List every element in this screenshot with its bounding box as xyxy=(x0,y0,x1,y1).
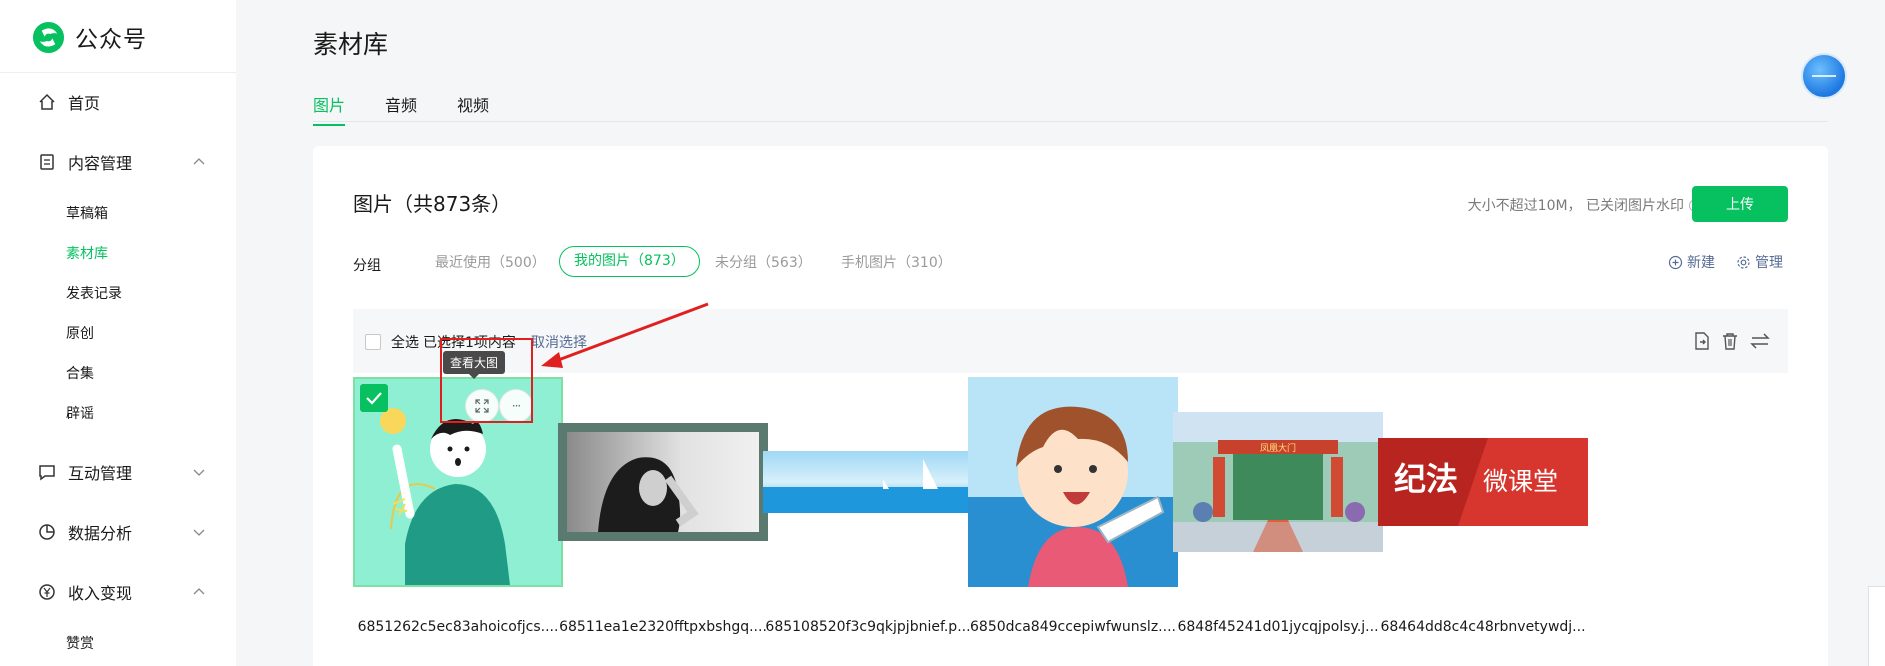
sidebar-item-library[interactable]: 素材库 xyxy=(66,243,108,263)
image-filename: 685108520f3c9qkjpjbnief.p... xyxy=(765,619,971,635)
sidebar-item-collections[interactable]: 合集 xyxy=(66,363,94,383)
upload-hint: 大小不超过10M， 已关闭图片水印 ? xyxy=(1468,195,1702,215)
chevron-down-icon xyxy=(193,469,205,476)
thumbnail-sea-sailboat xyxy=(763,451,973,513)
group-recent[interactable]: 最近使用（500） xyxy=(435,252,546,272)
image-filename: 68511ea1e2320fftpxbshgq.... xyxy=(559,619,767,635)
sidebar-item-original[interactable]: 原创 xyxy=(66,323,94,343)
thumbnail-building-gate: 凤凰大门 xyxy=(1173,412,1383,552)
select-all-checkbox[interactable] xyxy=(365,334,381,350)
chevron-down-icon xyxy=(193,529,205,536)
home-icon xyxy=(39,93,55,110)
sidebar-item-publish-records[interactable]: 发表记录 xyxy=(66,283,122,303)
pie-chart-icon xyxy=(39,524,55,540)
swap-icon[interactable] xyxy=(1749,330,1771,352)
image-library-card: 图片（共873条） 大小不超过10M， 已关闭图片水印 ? 上传 分组 最近使用… xyxy=(313,146,1828,666)
upload-hint-text: 大小不超过10M， 已关闭图片水印 xyxy=(1467,198,1684,214)
side-widget-edge[interactable] xyxy=(1868,586,1885,666)
sidebar-item-appreciation[interactable]: 赞赏 xyxy=(66,633,94,653)
document-icon xyxy=(40,154,54,170)
trash-icon[interactable] xyxy=(1719,330,1741,352)
manage-label: 管理 xyxy=(1755,255,1783,271)
image-card[interactable] xyxy=(763,377,973,587)
nav-interaction[interactable]: 互动管理 xyxy=(38,460,206,484)
thumbnail-law-banner: 纪法 微课堂 xyxy=(1378,438,1588,526)
nav-monetization[interactable]: 收入变现 xyxy=(38,580,206,604)
gear-icon xyxy=(1737,255,1750,269)
annotation-highlight-box xyxy=(440,338,533,423)
app-name: 公众号 xyxy=(75,27,147,53)
nav-analytics-label: 数据分析 xyxy=(68,524,133,543)
chat-icon xyxy=(39,465,55,481)
image-card[interactable] xyxy=(968,377,1178,587)
sidebar-item-drafts[interactable]: 草稿箱 xyxy=(66,203,108,223)
image-card[interactable] xyxy=(558,377,768,587)
nav-analytics[interactable]: 数据分析 xyxy=(38,520,206,544)
nav-interaction-label: 互动管理 xyxy=(68,464,133,483)
building-sign-text: 凤凰大门 xyxy=(1260,442,1296,454)
image-filename: 6851262c5ec83ahoicofjcs.... xyxy=(357,619,559,635)
group-my-images[interactable]: 我的图片（873） xyxy=(559,246,700,277)
sidebar-divider xyxy=(0,72,236,73)
sidebar: 公众号 首页 内容管理 草稿箱 素材库 发表记录 原创 合集 辟谣 互动管理 数… xyxy=(0,0,236,666)
tab-video[interactable]: 视频 xyxy=(457,92,489,124)
cancel-selection-link[interactable]: 取消选择 xyxy=(531,332,587,352)
image-card[interactable]: 纪法 微课堂 xyxy=(1378,377,1588,587)
selection-toolbar: 全选 已选择1项内容 取消选择 xyxy=(353,309,1788,373)
nav-content-label: 内容管理 xyxy=(68,154,133,173)
chevron-up-icon xyxy=(193,158,205,165)
image-filename: 6848f45241d01jycqjpolsy.j... xyxy=(1177,619,1379,635)
nav-content-management[interactable]: 内容管理 xyxy=(38,150,206,174)
banner-text-right: 微课堂 xyxy=(1483,467,1558,496)
group-label: 分组 xyxy=(353,258,381,274)
image-filename: 6850dca849ccepiwfwunslz.... xyxy=(970,619,1176,635)
chevron-up-icon xyxy=(193,588,205,595)
move-to-group-icon[interactable] xyxy=(1691,330,1713,352)
media-tabs: 图片 音频 视频 xyxy=(313,92,1828,126)
nav-home-label: 首页 xyxy=(68,94,101,113)
thumbnail-woman-photo xyxy=(558,423,768,541)
manage-button[interactable]: 管理 xyxy=(1736,252,1783,272)
thumbnail-cartoon-girl xyxy=(968,377,1178,587)
selected-check-icon[interactable] xyxy=(360,384,388,412)
group-phone-images[interactable]: 手机图片（310） xyxy=(841,252,952,272)
plus-circle-icon xyxy=(1668,255,1683,269)
new-group-label: 新建 xyxy=(1687,255,1715,271)
avatar[interactable] xyxy=(1801,53,1847,99)
image-filename: 68464dd8c4c48rbnvetywdj... xyxy=(1380,619,1586,635)
group-ungrouped[interactable]: 未分组（563） xyxy=(715,252,812,272)
page-title: 素材库 xyxy=(313,30,389,59)
card-title: 图片（共873条） xyxy=(353,192,512,216)
yen-icon xyxy=(39,584,55,600)
tab-audio[interactable]: 音频 xyxy=(385,92,417,124)
nav-home[interactable]: 首页 xyxy=(38,90,206,114)
sidebar-item-rumor[interactable]: 辟谣 xyxy=(66,403,94,423)
app-logo[interactable]: 公众号 xyxy=(32,20,147,54)
nav-monetization-label: 收入变现 xyxy=(68,584,133,603)
new-group-button[interactable]: 新建 xyxy=(1668,252,1715,272)
wechat-logo-icon xyxy=(32,21,65,53)
upload-button[interactable]: 上传 xyxy=(1692,186,1788,222)
select-all-label[interactable]: 全选 xyxy=(391,332,419,352)
tab-images[interactable]: 图片 xyxy=(313,92,346,126)
banner-text-left: 纪法 xyxy=(1394,460,1458,498)
image-card[interactable]: 凤凰大门 xyxy=(1173,377,1383,587)
